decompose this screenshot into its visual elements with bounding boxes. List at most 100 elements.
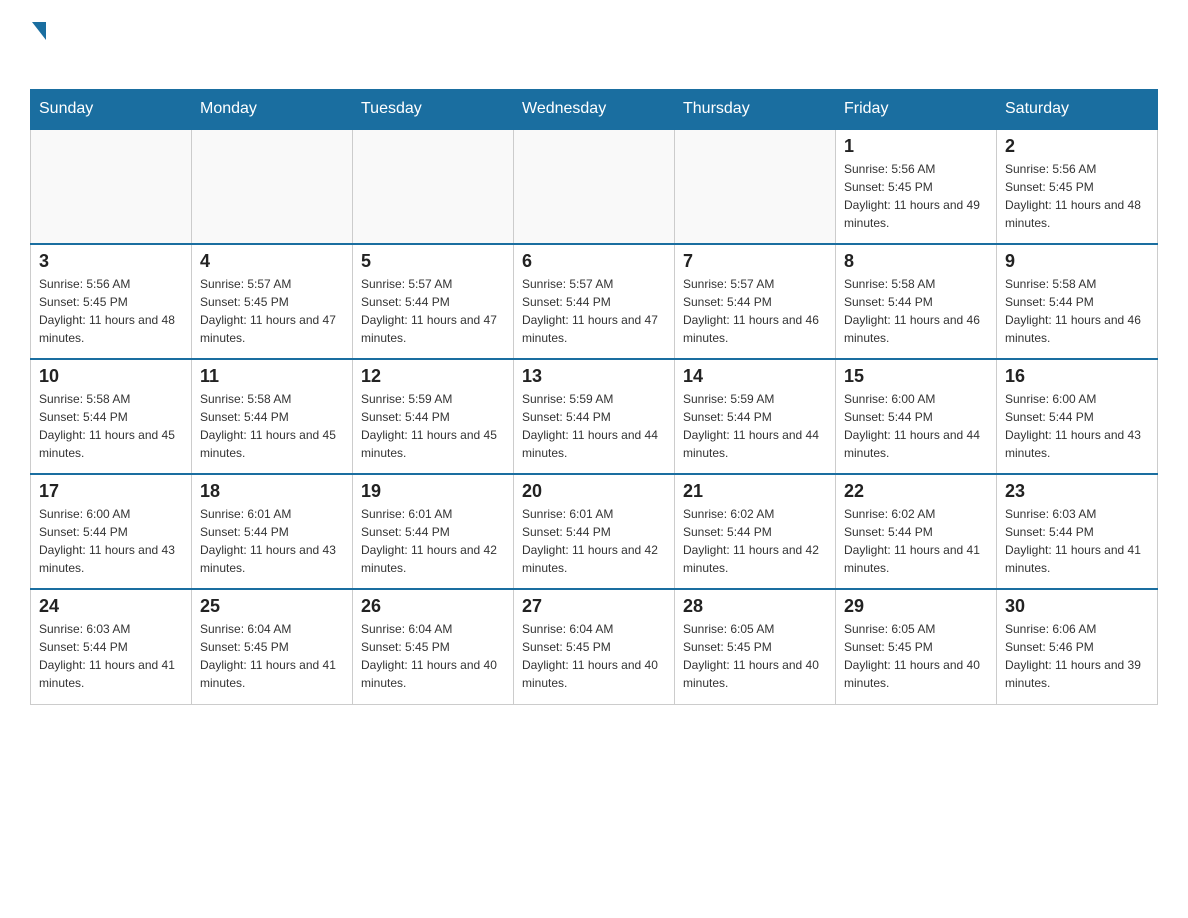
day-info: Sunrise: 5:59 AMSunset: 5:44 PMDaylight:…: [522, 392, 658, 460]
calendar-week-row: 24 Sunrise: 6:03 AMSunset: 5:44 PMDaylig…: [31, 589, 1158, 704]
day-info: Sunrise: 6:03 AMSunset: 5:44 PMDaylight:…: [39, 622, 175, 690]
calendar-cell: 22 Sunrise: 6:02 AMSunset: 5:44 PMDaylig…: [836, 474, 997, 589]
day-number: 9: [1005, 251, 1149, 272]
day-number: 15: [844, 366, 988, 387]
page-header: [30, 20, 1158, 69]
day-number: 12: [361, 366, 505, 387]
calendar-cell: [192, 129, 353, 244]
day-number: 1: [844, 136, 988, 157]
day-info: Sunrise: 5:59 AMSunset: 5:44 PMDaylight:…: [361, 392, 497, 460]
day-info: Sunrise: 5:59 AMSunset: 5:44 PMDaylight:…: [683, 392, 819, 460]
day-info: Sunrise: 5:57 AMSunset: 5:44 PMDaylight:…: [522, 277, 658, 345]
day-number: 6: [522, 251, 666, 272]
weekday-header-friday: Friday: [836, 90, 997, 130]
logo-triangle-icon: [32, 22, 46, 40]
day-number: 10: [39, 366, 183, 387]
day-number: 29: [844, 596, 988, 617]
weekday-header-row: SundayMondayTuesdayWednesdayThursdayFrid…: [31, 90, 1158, 130]
calendar-cell: 4 Sunrise: 5:57 AMSunset: 5:45 PMDayligh…: [192, 244, 353, 359]
calendar-cell: 5 Sunrise: 5:57 AMSunset: 5:44 PMDayligh…: [353, 244, 514, 359]
day-number: 19: [361, 481, 505, 502]
day-info: Sunrise: 6:04 AMSunset: 5:45 PMDaylight:…: [200, 622, 336, 690]
calendar-table: SundayMondayTuesdayWednesdayThursdayFrid…: [30, 89, 1158, 705]
calendar-cell: 11 Sunrise: 5:58 AMSunset: 5:44 PMDaylig…: [192, 359, 353, 474]
calendar-cell: 29 Sunrise: 6:05 AMSunset: 5:45 PMDaylig…: [836, 589, 997, 704]
calendar-cell: [31, 129, 192, 244]
day-info: Sunrise: 5:58 AMSunset: 5:44 PMDaylight:…: [39, 392, 175, 460]
day-info: Sunrise: 6:05 AMSunset: 5:45 PMDaylight:…: [844, 622, 980, 690]
calendar-week-row: 10 Sunrise: 5:58 AMSunset: 5:44 PMDaylig…: [31, 359, 1158, 474]
day-info: Sunrise: 6:02 AMSunset: 5:44 PMDaylight:…: [844, 507, 980, 575]
day-info: Sunrise: 5:58 AMSunset: 5:44 PMDaylight:…: [1005, 277, 1141, 345]
calendar-cell: 18 Sunrise: 6:01 AMSunset: 5:44 PMDaylig…: [192, 474, 353, 589]
day-info: Sunrise: 5:57 AMSunset: 5:44 PMDaylight:…: [683, 277, 819, 345]
day-number: 24: [39, 596, 183, 617]
day-number: 23: [1005, 481, 1149, 502]
day-info: Sunrise: 6:03 AMSunset: 5:44 PMDaylight:…: [1005, 507, 1141, 575]
calendar-cell: 16 Sunrise: 6:00 AMSunset: 5:44 PMDaylig…: [997, 359, 1158, 474]
weekday-header-monday: Monday: [192, 90, 353, 130]
day-number: 30: [1005, 596, 1149, 617]
day-info: Sunrise: 6:04 AMSunset: 5:45 PMDaylight:…: [361, 622, 497, 690]
calendar-cell: 10 Sunrise: 5:58 AMSunset: 5:44 PMDaylig…: [31, 359, 192, 474]
day-info: Sunrise: 6:01 AMSunset: 5:44 PMDaylight:…: [200, 507, 336, 575]
logo: [30, 20, 48, 69]
day-info: Sunrise: 5:58 AMSunset: 5:44 PMDaylight:…: [844, 277, 980, 345]
weekday-header-tuesday: Tuesday: [353, 90, 514, 130]
day-info: Sunrise: 5:57 AMSunset: 5:45 PMDaylight:…: [200, 277, 336, 345]
calendar-cell: 1 Sunrise: 5:56 AMSunset: 5:45 PMDayligh…: [836, 129, 997, 244]
day-number: 20: [522, 481, 666, 502]
day-info: Sunrise: 6:04 AMSunset: 5:45 PMDaylight:…: [522, 622, 658, 690]
weekday-header-thursday: Thursday: [675, 90, 836, 130]
calendar-cell: 21 Sunrise: 6:02 AMSunset: 5:44 PMDaylig…: [675, 474, 836, 589]
day-number: 26: [361, 596, 505, 617]
calendar-cell: [514, 129, 675, 244]
day-info: Sunrise: 6:05 AMSunset: 5:45 PMDaylight:…: [683, 622, 819, 690]
day-number: 25: [200, 596, 344, 617]
day-info: Sunrise: 6:01 AMSunset: 5:44 PMDaylight:…: [522, 507, 658, 575]
weekday-header-sunday: Sunday: [31, 90, 192, 130]
day-number: 27: [522, 596, 666, 617]
calendar-cell: 14 Sunrise: 5:59 AMSunset: 5:44 PMDaylig…: [675, 359, 836, 474]
day-number: 2: [1005, 136, 1149, 157]
day-number: 22: [844, 481, 988, 502]
day-number: 21: [683, 481, 827, 502]
calendar-cell: 19 Sunrise: 6:01 AMSunset: 5:44 PMDaylig…: [353, 474, 514, 589]
day-number: 8: [844, 251, 988, 272]
day-info: Sunrise: 6:06 AMSunset: 5:46 PMDaylight:…: [1005, 622, 1141, 690]
calendar-cell: [353, 129, 514, 244]
calendar-cell: 25 Sunrise: 6:04 AMSunset: 5:45 PMDaylig…: [192, 589, 353, 704]
calendar-cell: 24 Sunrise: 6:03 AMSunset: 5:44 PMDaylig…: [31, 589, 192, 704]
calendar-cell: 20 Sunrise: 6:01 AMSunset: 5:44 PMDaylig…: [514, 474, 675, 589]
calendar-cell: [675, 129, 836, 244]
day-info: Sunrise: 5:57 AMSunset: 5:44 PMDaylight:…: [361, 277, 497, 345]
day-info: Sunrise: 5:56 AMSunset: 5:45 PMDaylight:…: [39, 277, 175, 345]
day-info: Sunrise: 6:01 AMSunset: 5:44 PMDaylight:…: [361, 507, 497, 575]
calendar-cell: 8 Sunrise: 5:58 AMSunset: 5:44 PMDayligh…: [836, 244, 997, 359]
calendar-week-row: 17 Sunrise: 6:00 AMSunset: 5:44 PMDaylig…: [31, 474, 1158, 589]
day-info: Sunrise: 5:56 AMSunset: 5:45 PMDaylight:…: [844, 162, 980, 230]
day-number: 18: [200, 481, 344, 502]
calendar-cell: 2 Sunrise: 5:56 AMSunset: 5:45 PMDayligh…: [997, 129, 1158, 244]
calendar-cell: 12 Sunrise: 5:59 AMSunset: 5:44 PMDaylig…: [353, 359, 514, 474]
weekday-header-wednesday: Wednesday: [514, 90, 675, 130]
day-number: 16: [1005, 366, 1149, 387]
calendar-cell: 23 Sunrise: 6:03 AMSunset: 5:44 PMDaylig…: [997, 474, 1158, 589]
day-number: 14: [683, 366, 827, 387]
day-info: Sunrise: 6:00 AMSunset: 5:44 PMDaylight:…: [844, 392, 980, 460]
calendar-cell: 13 Sunrise: 5:59 AMSunset: 5:44 PMDaylig…: [514, 359, 675, 474]
day-number: 17: [39, 481, 183, 502]
day-number: 11: [200, 366, 344, 387]
calendar-cell: 9 Sunrise: 5:58 AMSunset: 5:44 PMDayligh…: [997, 244, 1158, 359]
calendar-week-row: 3 Sunrise: 5:56 AMSunset: 5:45 PMDayligh…: [31, 244, 1158, 359]
calendar-cell: 26 Sunrise: 6:04 AMSunset: 5:45 PMDaylig…: [353, 589, 514, 704]
calendar-cell: 30 Sunrise: 6:06 AMSunset: 5:46 PMDaylig…: [997, 589, 1158, 704]
day-number: 28: [683, 596, 827, 617]
calendar-cell: 28 Sunrise: 6:05 AMSunset: 5:45 PMDaylig…: [675, 589, 836, 704]
calendar-cell: 15 Sunrise: 6:00 AMSunset: 5:44 PMDaylig…: [836, 359, 997, 474]
day-info: Sunrise: 5:56 AMSunset: 5:45 PMDaylight:…: [1005, 162, 1141, 230]
day-info: Sunrise: 5:58 AMSunset: 5:44 PMDaylight:…: [200, 392, 336, 460]
day-number: 13: [522, 366, 666, 387]
day-info: Sunrise: 6:02 AMSunset: 5:44 PMDaylight:…: [683, 507, 819, 575]
day-info: Sunrise: 6:00 AMSunset: 5:44 PMDaylight:…: [1005, 392, 1141, 460]
